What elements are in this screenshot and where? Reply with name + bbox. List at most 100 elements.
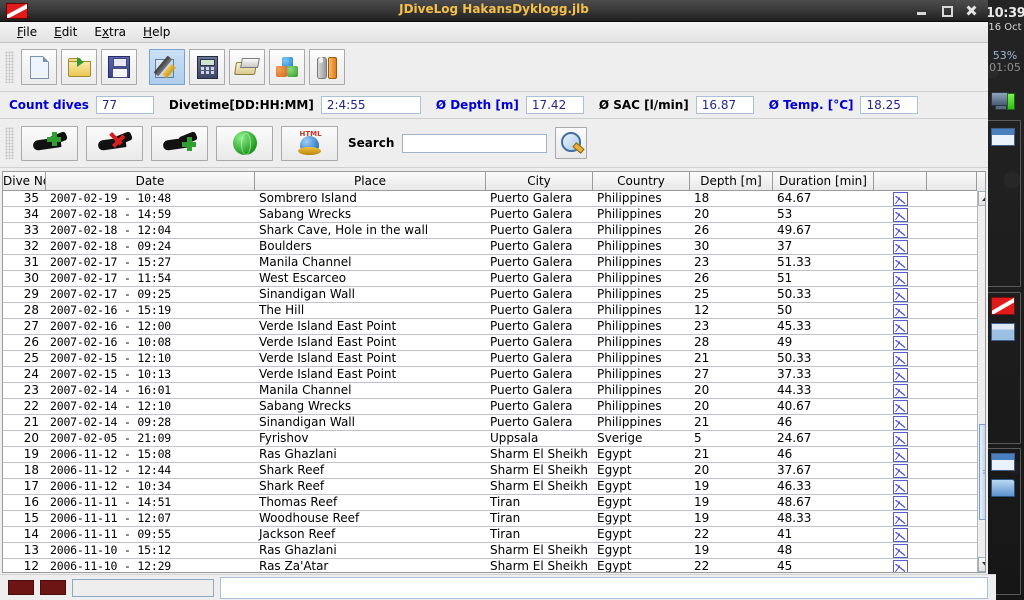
profile-chart-icon[interactable] bbox=[874, 303, 927, 318]
table-row[interactable]: 31 2007-02-17 - 15:27 Manila Channel Puerto… bbox=[3, 255, 977, 271]
table-row[interactable]: 16 2006-11-11 - 14:51 Thomas Reef Tiran Egyp… bbox=[3, 495, 977, 511]
table-row[interactable]: 25 2007-02-15 - 12:10 Verde Island East Po… bbox=[3, 351, 977, 367]
cell-date: 2007-02-18 - 12:04 bbox=[50, 223, 172, 237]
title-bar[interactable]: JDiveLog HakansDyklogg.jlb bbox=[0, 0, 988, 22]
edit-dive-button[interactable] bbox=[149, 49, 185, 85]
table-header-date[interactable]: Date bbox=[46, 172, 255, 191]
profile-chart-icon[interactable] bbox=[874, 271, 927, 286]
profile-chart-icon[interactable] bbox=[874, 383, 927, 398]
tray-monitor-icon[interactable] bbox=[991, 92, 1015, 114]
search-button[interactable] bbox=[555, 127, 588, 159]
profile-chart-icon[interactable] bbox=[874, 479, 927, 494]
close-button[interactable] bbox=[966, 5, 977, 16]
import-computer-button[interactable] bbox=[229, 49, 265, 85]
table-header-col7[interactable] bbox=[874, 172, 927, 191]
action-toolbar-drag-handle[interactable] bbox=[5, 127, 14, 159]
table-row[interactable]: 24 2007-02-15 - 10:13 Verde Island East Po… bbox=[3, 367, 977, 383]
cell-blank bbox=[927, 239, 977, 254]
tray-window-icon-2[interactable] bbox=[991, 323, 1015, 345]
avg-sac-label: Ø SAC [l/min] bbox=[598, 98, 689, 112]
scroll-up-button[interactable] bbox=[978, 191, 985, 206]
settings-button[interactable] bbox=[309, 49, 345, 85]
menu-item-file[interactable]: File bbox=[9, 24, 46, 40]
table-row[interactable]: 33 2007-02-18 - 12:04 Shark Cave, Hole in … bbox=[3, 223, 977, 239]
scroll-down-button[interactable] bbox=[978, 557, 985, 572]
new-logbook-button[interactable] bbox=[21, 49, 57, 85]
profile-chart-icon[interactable] bbox=[874, 335, 927, 350]
save-logbook-button[interactable] bbox=[101, 49, 137, 85]
profile-chart-icon[interactable] bbox=[874, 559, 927, 572]
calculator-button[interactable] bbox=[189, 49, 225, 85]
table-row[interactable]: 14 2006-11-11 - 09:55 Jackson Reef Tiran Egy… bbox=[3, 527, 977, 543]
profile-chart-icon[interactable] bbox=[874, 319, 927, 334]
profile-chart-icon[interactable] bbox=[874, 431, 927, 446]
profile-chart-icon[interactable] bbox=[874, 463, 927, 478]
profile-chart-icon[interactable] bbox=[874, 415, 927, 430]
table-row[interactable]: 20 2007-02-05 - 21:09 Fyrishov Uppsala Sveri… bbox=[3, 431, 977, 447]
profile-chart-icon[interactable] bbox=[874, 495, 927, 510]
table-row[interactable]: 29 2007-02-17 - 09:25 Sinandigan Wall Puert… bbox=[3, 287, 977, 303]
profile-chart-icon[interactable] bbox=[874, 223, 927, 238]
tray-folder-icon[interactable] bbox=[991, 479, 1015, 501]
profile-chart-icon[interactable] bbox=[874, 367, 927, 382]
table-header-depth-m[interactable]: Depth [m] bbox=[690, 172, 773, 191]
html-export-button[interactable]: HTML bbox=[281, 125, 338, 161]
tray-window-icon-3[interactable] bbox=[991, 453, 1015, 475]
table-header-place[interactable]: Place bbox=[255, 172, 486, 191]
table-row[interactable]: 35 2007-02-19 - 10:48 Sombrero Island Puert… bbox=[3, 191, 977, 207]
table-header-country[interactable]: Country bbox=[593, 172, 690, 191]
table-row[interactable]: 23 2007-02-14 - 16:01 Manila Channel Puerto… bbox=[3, 383, 977, 399]
clock-widget[interactable]: 10:39 16 Oct bbox=[986, 6, 1024, 33]
maximize-button[interactable] bbox=[941, 5, 953, 17]
window-icon bbox=[991, 453, 1015, 471]
vertical-scrollbar[interactable] bbox=[977, 191, 985, 572]
scrollbar-thumb[interactable] bbox=[979, 424, 985, 520]
table-row[interactable]: 21 2007-02-14 - 09:28 Sinandigan Wall Puert… bbox=[3, 415, 977, 431]
profile-chart-icon[interactable] bbox=[874, 399, 927, 414]
table-row[interactable]: 22 2007-02-14 - 12:10 Sabang Wrecks Puerto … bbox=[3, 399, 977, 415]
table-row[interactable]: 15 2006-11-11 - 12:07 Woodhouse Reef Tiran E… bbox=[3, 511, 977, 527]
profile-chart-icon[interactable] bbox=[874, 527, 927, 542]
profile-chart-icon[interactable] bbox=[874, 511, 927, 526]
table-header-duration-min[interactable]: Duration [min] bbox=[773, 172, 874, 191]
open-logbook-button[interactable] bbox=[61, 49, 97, 85]
table-row[interactable]: 17 2006-11-12 - 10:34 Shark Reef Sharm El S… bbox=[3, 479, 977, 495]
profile-chart-icon[interactable] bbox=[874, 351, 927, 366]
profile-chart-icon[interactable] bbox=[874, 207, 927, 222]
battery-widget[interactable]: 53% 01:05 bbox=[986, 50, 1024, 74]
table-header-col8[interactable] bbox=[927, 172, 977, 191]
table-row[interactable]: 27 2007-02-16 - 12:00 Verde Island East Po… bbox=[3, 319, 977, 335]
globe-button[interactable] bbox=[216, 125, 273, 161]
duplicate-dive-button[interactable] bbox=[151, 125, 208, 161]
table-row[interactable]: 34 2007-02-18 - 14:59 Sabang Wrecks Puerto … bbox=[3, 207, 977, 223]
tray-window-icon-1[interactable] bbox=[991, 128, 1015, 150]
profile-chart-icon[interactable] bbox=[874, 191, 927, 206]
search-input[interactable] bbox=[402, 133, 548, 153]
cell-depth: 22 bbox=[694, 559, 710, 572]
add-dive-button[interactable] bbox=[21, 125, 78, 161]
cell-place: Verde Island East Point bbox=[259, 319, 397, 333]
menu-item-help[interactable]: Help bbox=[135, 24, 179, 40]
table-header-dive-no[interactable]: Dive No. bbox=[3, 172, 46, 191]
profile-chart-icon[interactable] bbox=[874, 255, 927, 270]
profile-chart-icon[interactable] bbox=[874, 239, 927, 254]
table-row[interactable]: 28 2007-02-16 - 15:19 The Hill Puerto Galer… bbox=[3, 303, 977, 319]
profile-chart-icon[interactable] bbox=[874, 287, 927, 302]
table-row[interactable]: 26 2007-02-16 - 10:08 Verde Island East Po… bbox=[3, 335, 977, 351]
menu-item-edit[interactable]: Edit bbox=[46, 24, 86, 40]
minimize-button[interactable] bbox=[916, 5, 927, 16]
table-row[interactable]: 12 2006-11-10 - 12:29 Ras Za'Atar Sharm El … bbox=[3, 559, 977, 572]
tray-diveflag-icon[interactable] bbox=[991, 297, 1015, 319]
statistics-button[interactable] bbox=[269, 49, 305, 85]
table-row[interactable]: 18 2006-11-12 - 12:44 Shark Reef Sharm El S… bbox=[3, 463, 977, 479]
table-row[interactable]: 30 2007-02-17 - 11:54 West Escarceo Puerto … bbox=[3, 271, 977, 287]
table-header-city[interactable]: City bbox=[486, 172, 593, 191]
table-row[interactable]: 13 2006-11-10 - 15:12 Ras Ghazlani Sharm El… bbox=[3, 543, 977, 559]
delete-dive-button[interactable] bbox=[86, 125, 143, 161]
menu-item-extra[interactable]: Extra bbox=[86, 24, 135, 40]
table-row[interactable]: 19 2006-11-12 - 15:08 Ras Ghazlani Sharm El… bbox=[3, 447, 977, 463]
profile-chart-icon[interactable] bbox=[874, 543, 927, 558]
profile-chart-icon[interactable] bbox=[874, 447, 927, 462]
toolbar-drag-handle[interactable] bbox=[5, 51, 14, 83]
table-row[interactable]: 32 2007-02-18 - 09:24 Boulders Puerto Galer… bbox=[3, 239, 977, 255]
